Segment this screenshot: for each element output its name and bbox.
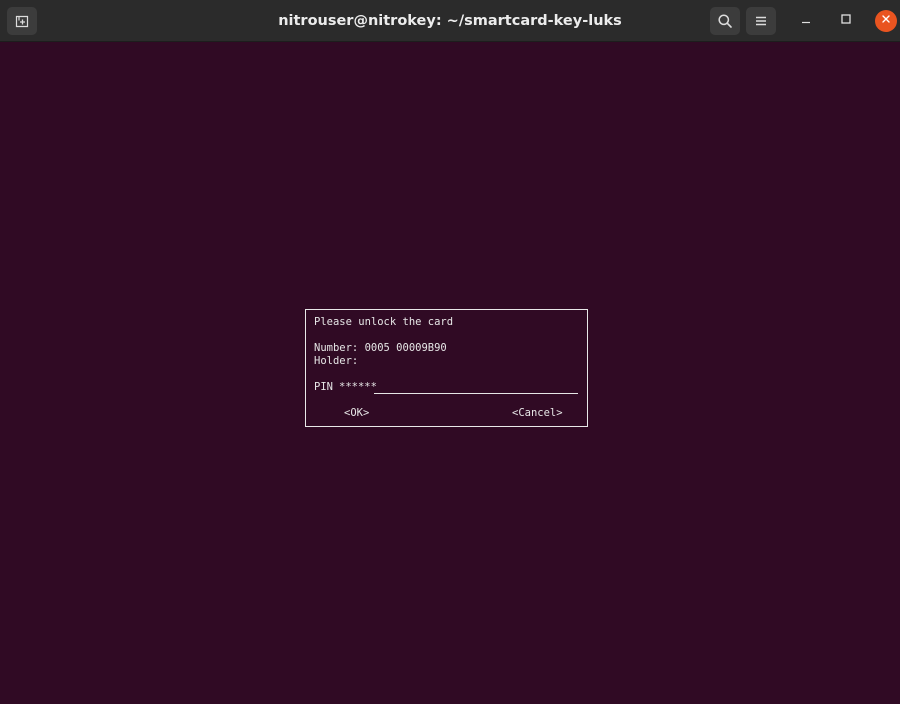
dialog-prompt: Please unlock the card xyxy=(314,316,454,328)
terminal-area[interactable]: Please unlock the card Number: 0005 0000… xyxy=(0,42,900,704)
pin-label: PIN xyxy=(314,381,333,393)
maximize-button[interactable] xyxy=(835,10,857,32)
close-button[interactable] xyxy=(875,10,897,32)
pin-value: ****** xyxy=(339,381,377,393)
card-holder: Holder: xyxy=(314,355,359,367)
ok-button[interactable]: <OK> xyxy=(344,407,369,420)
cancel-button[interactable]: <Cancel> xyxy=(512,407,563,420)
new-tab-icon xyxy=(14,13,30,29)
terminal-window: nitrouser@nitrokey: ~/smartcard-key-luks xyxy=(0,0,900,704)
close-icon xyxy=(880,12,892,30)
minimize-button[interactable] xyxy=(795,10,817,32)
new-tab-button[interactable] xyxy=(7,7,37,35)
menu-button[interactable] xyxy=(746,7,776,35)
search-button[interactable] xyxy=(710,7,740,35)
pin-input[interactable]: ****** xyxy=(339,381,578,394)
card-number: Number: 0005 00009B90 xyxy=(314,342,447,354)
search-icon xyxy=(717,13,733,29)
minimize-icon xyxy=(800,12,812,30)
hamburger-menu-icon xyxy=(754,14,768,28)
pin-entry-dialog: Please unlock the card Number: 0005 0000… xyxy=(305,309,588,427)
maximize-icon xyxy=(840,12,852,30)
title-bar[interactable]: nitrouser@nitrokey: ~/smartcard-key-luks xyxy=(0,0,900,42)
